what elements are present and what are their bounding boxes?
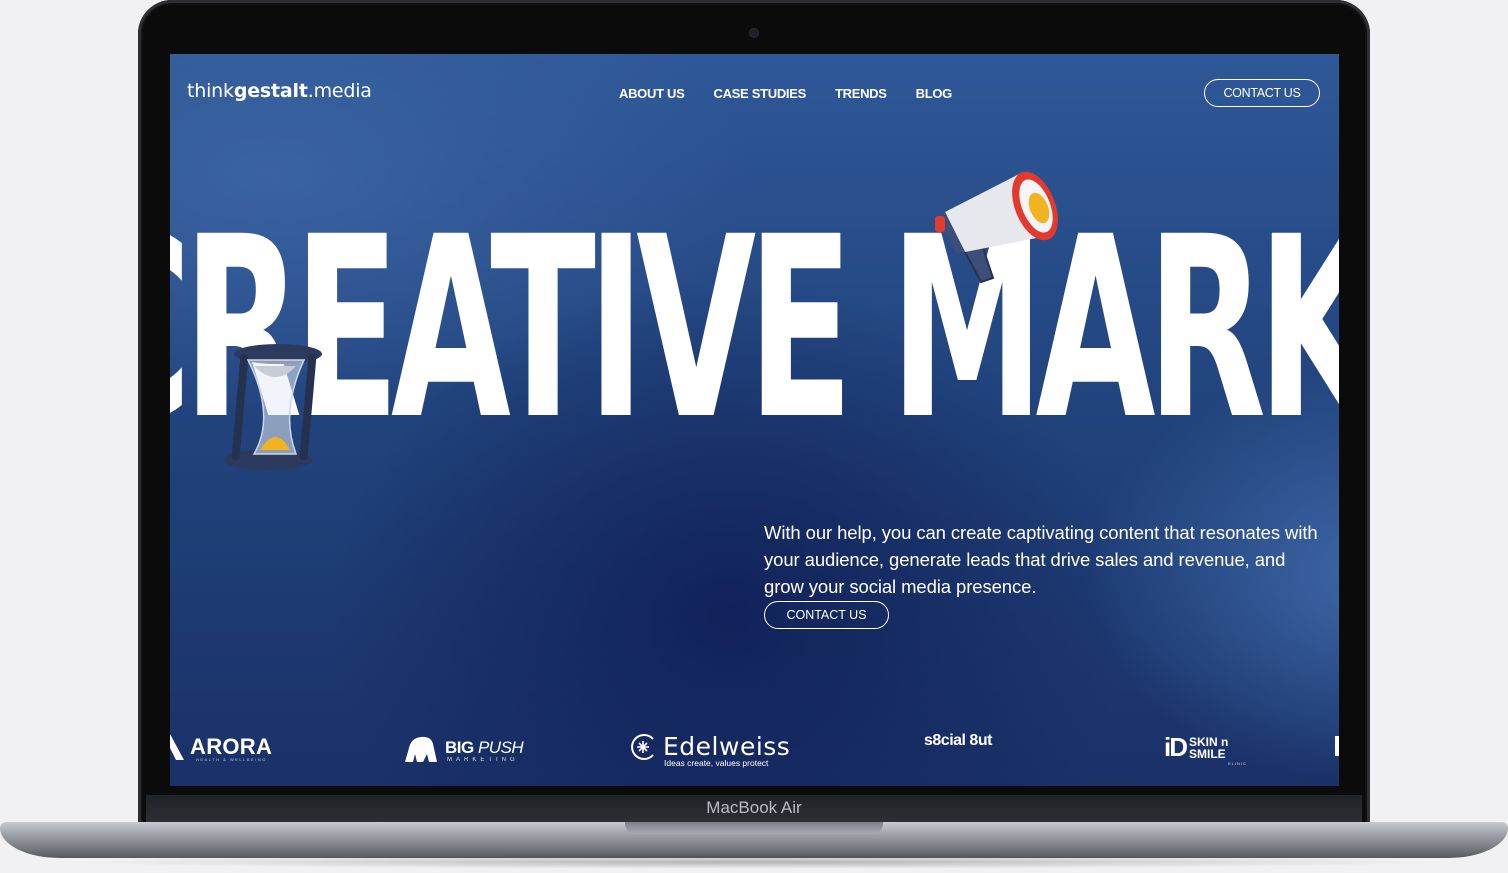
laptop-chin: MacBook Air	[146, 795, 1362, 823]
website-screen: thinkgestalt.media ABOUT US CASE STUDIES…	[170, 54, 1339, 786]
device-label: MacBook Air	[706, 798, 802, 817]
laptop-shadow	[60, 855, 1450, 869]
megaphone-icon	[935, 171, 1058, 284]
client-logo-social-out: s8cial 8ut	[924, 732, 992, 750]
edelweiss-name: Edelweiss	[663, 732, 791, 761]
laptop-base-notch	[625, 822, 883, 834]
skin-tagline: KLINIC	[1228, 761, 1247, 766]
client-logo-skin-n-smile: iD SKIN n SMILE KLINIC	[1164, 732, 1246, 766]
hero-title: CREATIVE MARKETING	[170, 183, 1339, 474]
bigpush-name: BIG PUSH	[445, 738, 524, 757]
nav-case-studies[interactable]: CASE STUDIES	[714, 86, 807, 101]
main-nav: ABOUT US CASE STUDIES TRENDS BLOG	[619, 86, 981, 101]
hero-description: With our help, you can create captivatin…	[764, 521, 1318, 597]
header-contact-button[interactable]: CONTACT US	[1204, 79, 1320, 107]
brand-logo[interactable]: thinkgestalt.media	[187, 80, 372, 102]
client-logo-edelweiss: Edelweiss Ideas create, values protect	[629, 732, 791, 768]
nav-about-us[interactable]: ABOUT US	[619, 86, 685, 101]
edelweiss-logo-icon	[631, 733, 654, 760]
nav-trends[interactable]: TRENDS	[835, 86, 887, 101]
client-logo-bigpush: BIG PUSH MARKETING	[403, 732, 524, 764]
gorilla-logo-icon	[405, 736, 437, 762]
skin-smile-name: SKIN n SMILE	[1189, 734, 1229, 761]
bigpush-tagline: MARKETING	[447, 757, 519, 763]
social-out-name: s8cial 8ut	[924, 732, 992, 749]
arora-logo-icon	[170, 734, 184, 760]
hero-contact-button[interactable]: CONTACT US	[764, 601, 889, 629]
arora-tagline: HEALTH & WELLBEING	[196, 757, 267, 762]
client-logo-arora: ARORA HEALTH & WELLBEING	[170, 732, 272, 762]
client-logo-partial	[1335, 736, 1339, 756]
edelweiss-tagline: Ideas create, values protect	[664, 758, 769, 768]
hourglass-icon	[224, 344, 322, 470]
id-logo-icon: iD	[1164, 732, 1188, 762]
nav-blog[interactable]: BLOG	[916, 86, 953, 101]
camera-icon	[750, 29, 758, 37]
